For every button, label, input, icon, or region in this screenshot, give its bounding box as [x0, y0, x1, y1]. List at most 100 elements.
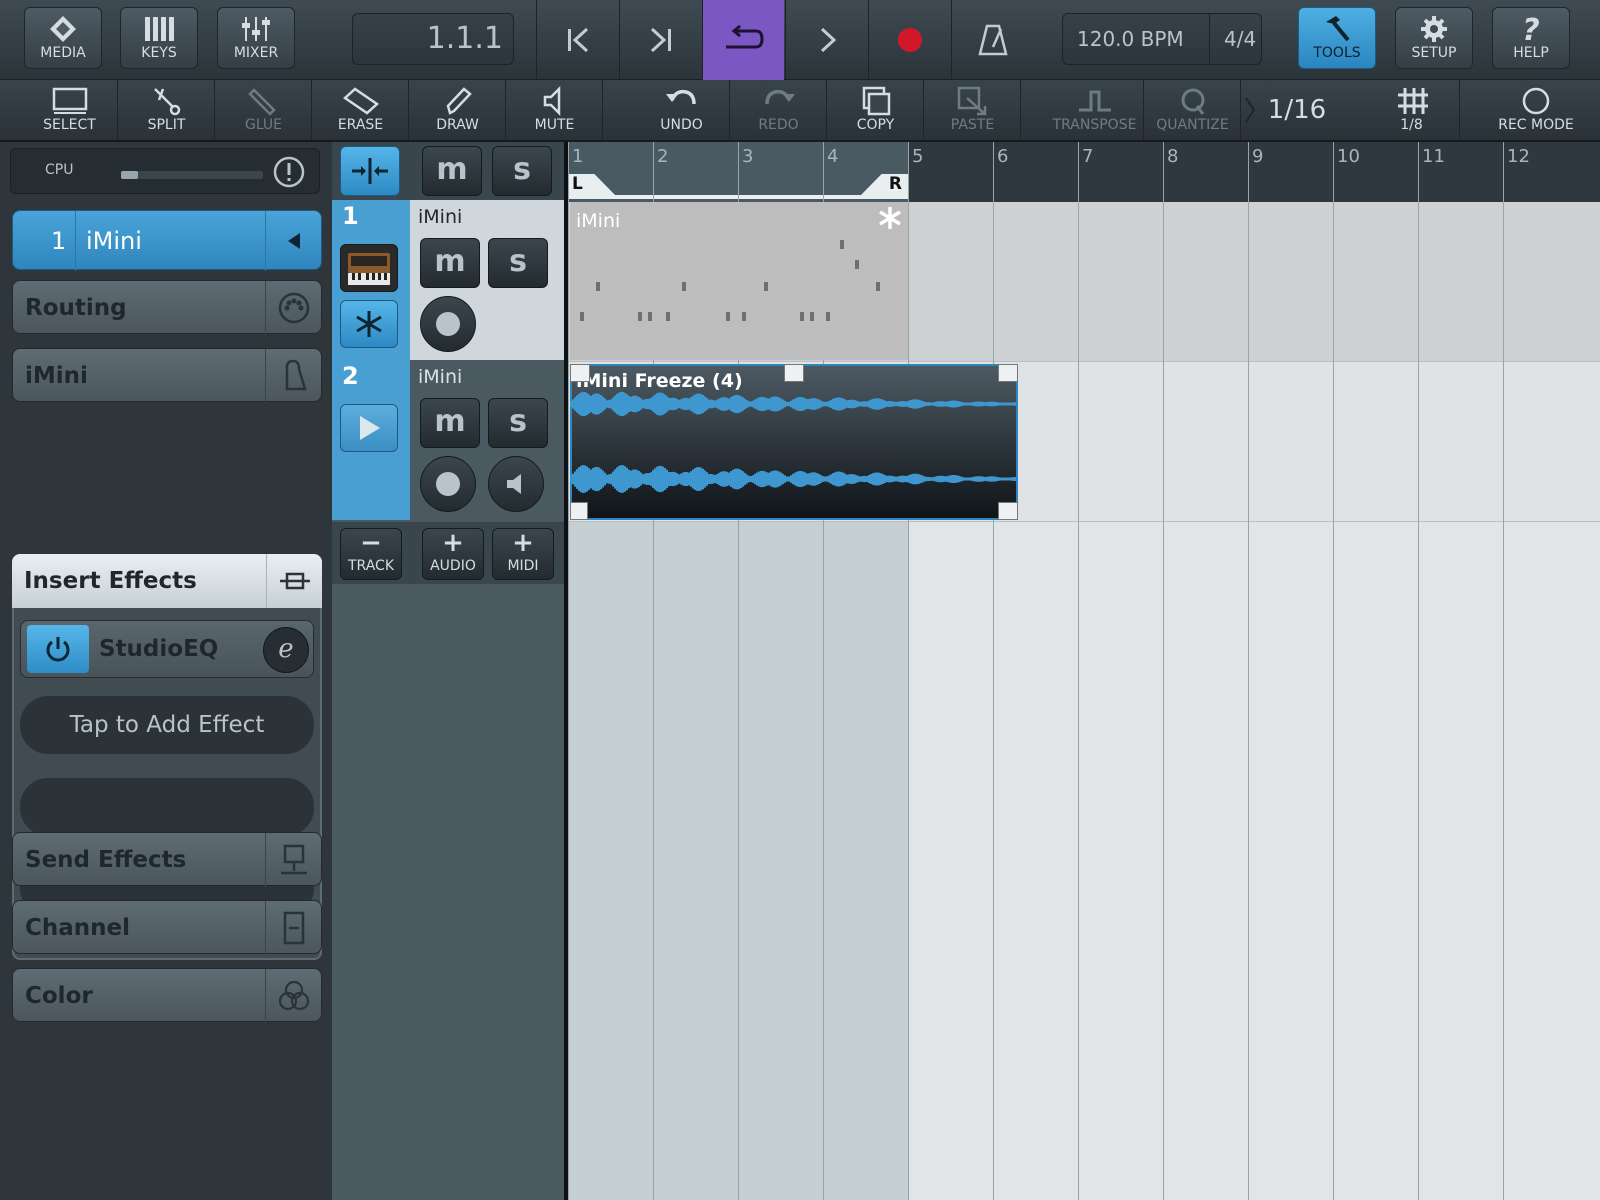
- bar-line: [1078, 142, 1079, 1200]
- track-solo-button[interactable]: s: [488, 398, 548, 448]
- volume-handle[interactable]: [784, 364, 804, 382]
- triangle-left-icon: [287, 233, 300, 249]
- audio-event[interactable]: iMini Freeze (4): [570, 364, 1018, 520]
- send-effects-section[interactable]: Send Effects: [12, 832, 322, 887]
- event-handle[interactable]: [998, 364, 1018, 382]
- empty-effect-slot[interactable]: [20, 778, 314, 836]
- tempo-display[interactable]: 120.0 BPM 4/4: [1062, 13, 1262, 65]
- plus-icon: +: [512, 528, 534, 558]
- track-solo-button[interactable]: s: [488, 238, 548, 288]
- mixer-button[interactable]: MIXER: [217, 7, 295, 69]
- loop-icon: [725, 25, 764, 49]
- mixer-label: MIXER: [233, 45, 279, 61]
- insert-effects-header[interactable]: Insert Effects: [12, 554, 322, 608]
- effect-name: StudioEQ: [99, 636, 219, 662]
- help-button[interactable]: ? HELP: [1492, 7, 1570, 69]
- erase-label: ERASE: [337, 117, 384, 133]
- quantize-value[interactable]: 1/16: [1252, 80, 1342, 140]
- instrument-thumbnail[interactable]: [340, 244, 398, 292]
- setup-button[interactable]: SETUP: [1395, 7, 1473, 69]
- midi-note: [840, 240, 844, 249]
- media-icon: [50, 16, 76, 42]
- metronome-button[interactable]: [951, 0, 1033, 80]
- bar-number: 9: [1252, 146, 1264, 167]
- position-display[interactable]: 1.1.1: [352, 13, 514, 65]
- bar-number: 5: [912, 146, 924, 167]
- mute-tool[interactable]: MUTE: [507, 80, 603, 140]
- gear-icon: [1421, 16, 1447, 42]
- track-tools-button[interactable]: [340, 146, 400, 196]
- track-record-button[interactable]: [420, 456, 476, 512]
- loop-button[interactable]: [702, 0, 784, 80]
- global-solo-button[interactable]: s: [492, 146, 552, 196]
- top-bar: MEDIA KEYS MIXER 1.1.1 120.0 BPM 4/4 TOO…: [0, 0, 1600, 80]
- arrange-view[interactable]: L R 1 2 3 4 5 6 7 8 9 10 11 12 iMini iMini Freeze (…: [564, 142, 1600, 1200]
- eraser-icon: [342, 87, 379, 115]
- grid-button[interactable]: 1/8: [1364, 80, 1460, 140]
- event-handle[interactable]: [998, 502, 1018, 520]
- global-mute-button[interactable]: m: [422, 146, 482, 196]
- split-label: SPLIT: [147, 117, 186, 133]
- track-number: 2: [342, 362, 359, 390]
- track-mute-button[interactable]: m: [420, 398, 480, 448]
- glue-tool[interactable]: GLUE: [216, 80, 312, 140]
- midi-note: [764, 282, 768, 291]
- track-mute-button[interactable]: m: [420, 238, 480, 288]
- audio-track-type-button[interactable]: [340, 404, 398, 452]
- event-handle[interactable]: [570, 502, 588, 520]
- media-button[interactable]: MEDIA: [24, 7, 102, 69]
- draw-tool[interactable]: DRAW: [410, 80, 506, 140]
- midi-event[interactable]: iMini: [570, 202, 908, 360]
- channel-section[interactable]: Channel: [12, 900, 322, 955]
- hammer-icon: [1326, 16, 1350, 42]
- undo-button[interactable]: UNDO: [634, 80, 730, 140]
- selected-track-header[interactable]: 1 iMini: [12, 210, 322, 271]
- select-tool[interactable]: SELECT: [22, 80, 118, 140]
- channel-label: Channel: [25, 915, 131, 941]
- track-row[interactable]: 2 iMini m s: [332, 360, 564, 520]
- go-to-start-button[interactable]: [536, 0, 618, 80]
- midi-note: [580, 312, 584, 321]
- midi-note: [800, 312, 804, 321]
- color-section[interactable]: Color: [12, 968, 322, 1023]
- track-record-button[interactable]: [420, 296, 476, 352]
- add-midi-track-button[interactable]: + MIDI: [492, 528, 554, 580]
- collapse-inspector-button[interactable]: [265, 211, 321, 271]
- bar-line: [1418, 142, 1419, 1200]
- paste-button[interactable]: PASTE: [925, 80, 1021, 140]
- go-to-end-button[interactable]: [619, 0, 701, 80]
- tools-button[interactable]: TOOLS: [1298, 7, 1376, 69]
- split-tool[interactable]: SPLIT: [119, 80, 215, 140]
- copy-button[interactable]: COPY: [828, 80, 924, 140]
- transpose-button[interactable]: TRANSPOSE: [1046, 80, 1144, 140]
- scissors-icon: [153, 88, 180, 116]
- freeze-button[interactable]: [340, 300, 398, 348]
- rec-mode-button[interactable]: REC MODE: [1486, 80, 1586, 140]
- quantize-button[interactable]: QUANTIZE: [1145, 80, 1241, 140]
- effect-power-button[interactable]: [27, 625, 89, 673]
- play-button[interactable]: [785, 0, 867, 80]
- bar-line: [993, 142, 994, 1200]
- channel-icon: [283, 911, 304, 945]
- redo-button[interactable]: REDO: [731, 80, 827, 140]
- midi-note: [638, 312, 642, 321]
- insert-effects-icon: [279, 572, 310, 590]
- monitor-button[interactable]: [488, 456, 544, 512]
- erase-tool[interactable]: ERASE: [313, 80, 409, 140]
- effect-slot-studioeq[interactable]: StudioEQ e: [20, 620, 314, 678]
- add-effect-slot[interactable]: Tap to Add Effect: [20, 696, 314, 754]
- routing-section[interactable]: Routing: [12, 280, 322, 335]
- keys-button[interactable]: KEYS: [120, 7, 198, 69]
- midi-note: [876, 282, 880, 291]
- instrument-section[interactable]: iMini: [12, 348, 322, 403]
- effect-edit-button[interactable]: e: [263, 627, 309, 673]
- remove-track-button[interactable]: − TRACK: [340, 528, 402, 580]
- event-handle[interactable]: [570, 364, 590, 382]
- record-button[interactable]: [868, 0, 950, 80]
- warning-icon[interactable]: [273, 156, 305, 188]
- track-number: 1: [342, 202, 359, 230]
- tempo-value: 120.0 BPM: [1077, 27, 1184, 51]
- add-audio-track-button[interactable]: + AUDIO: [422, 528, 484, 580]
- track-row[interactable]: 1 iMini m s: [332, 200, 564, 360]
- timeline-ruler[interactable]: L R 1 2 3 4 5 6 7 8 9 10 11 12: [568, 142, 1600, 202]
